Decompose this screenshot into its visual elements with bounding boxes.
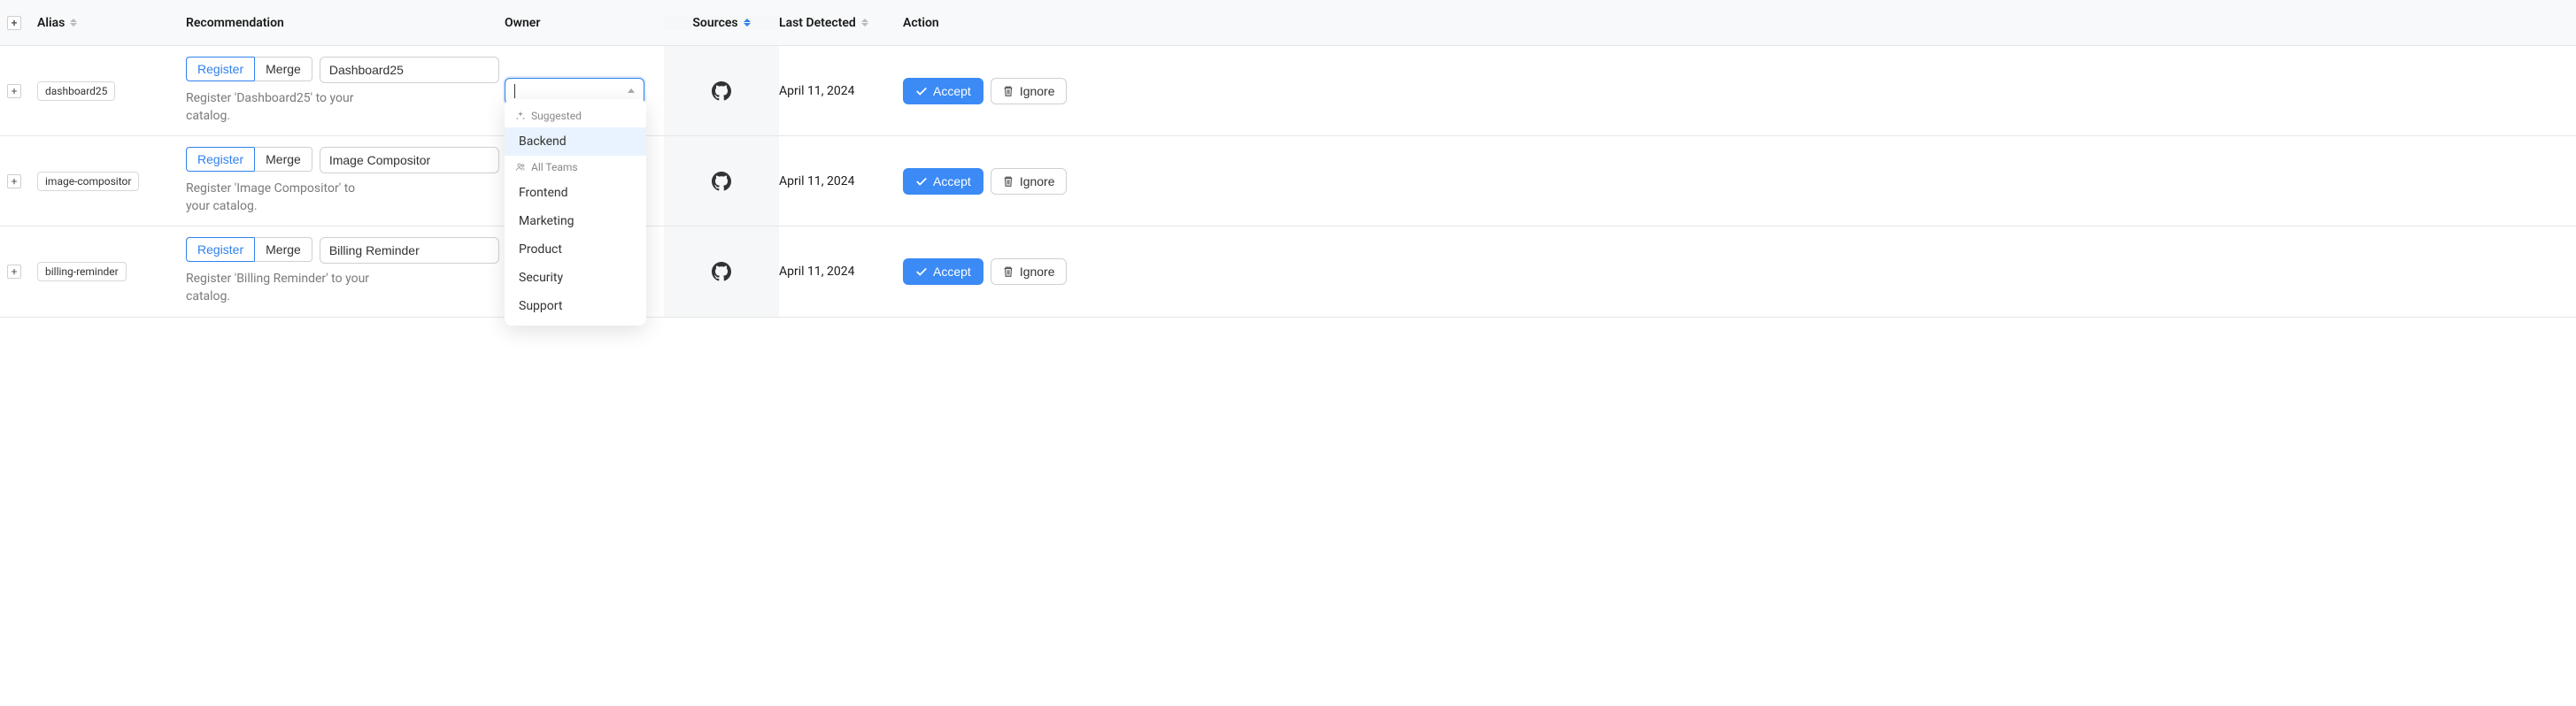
service-name-input[interactable]: [320, 57, 499, 83]
table-row: + billing-reminder Register Merge Regist…: [0, 226, 2576, 317]
column-header-sources[interactable]: Sources: [664, 16, 779, 30]
sort-icon: [861, 19, 868, 27]
text-cursor: [514, 84, 515, 98]
register-toggle[interactable]: Register: [186, 147, 254, 172]
people-icon: [515, 162, 526, 173]
table-header-row: + Alias Recommendation Owner Sources Las…: [0, 0, 2576, 46]
github-icon: [712, 262, 731, 281]
services-table: + Alias Recommendation Owner Sources Las…: [0, 0, 2576, 318]
github-icon: [712, 172, 731, 191]
button-label: Ignore: [1020, 174, 1055, 188]
table-row: + dashboard25 Register Merge Register 'D…: [0, 46, 2576, 136]
recommendation-help-text: Register 'Dashboard25' to your catalog.: [186, 90, 381, 125]
button-label: Accept: [933, 84, 971, 98]
button-label: Ignore: [1020, 265, 1055, 279]
button-label: Accept: [933, 265, 971, 279]
trash-icon: [1002, 265, 1014, 278]
group-label: Suggested: [531, 110, 582, 122]
service-name-input[interactable]: [320, 237, 499, 264]
button-label: Ignore: [1020, 84, 1055, 98]
group-label: All Teams: [531, 161, 578, 173]
sort-icon: [744, 19, 751, 27]
expand-all-button[interactable]: +: [7, 16, 21, 30]
sparkle-icon: [515, 111, 526, 121]
trash-icon: [1002, 175, 1014, 188]
column-label: Last Detected: [779, 16, 856, 30]
column-header-owner: Owner: [505, 16, 664, 30]
recommendation-help-text: Register 'Image Compositor' to your cata…: [186, 180, 381, 215]
recommendation-toggle: Register Merge: [186, 237, 312, 262]
alias-tag: dashboard25: [37, 81, 115, 101]
table-row: + image-compositor Register Merge Regist…: [0, 136, 2576, 226]
column-header-last-detected[interactable]: Last Detected: [779, 16, 903, 30]
accept-button[interactable]: Accept: [903, 168, 983, 195]
column-label: Alias: [37, 16, 65, 30]
dropdown-item[interactable]: Frontend: [505, 179, 646, 207]
expand-row-button[interactable]: +: [7, 84, 21, 98]
column-header-alias[interactable]: Alias: [37, 16, 186, 30]
chevron-up-icon: [628, 88, 635, 93]
register-toggle[interactable]: Register: [186, 237, 254, 262]
ignore-button[interactable]: Ignore: [991, 78, 1067, 104]
column-label: Recommendation: [186, 16, 284, 30]
dropdown-item[interactable]: Support: [505, 292, 646, 320]
column-label: Sources: [692, 16, 737, 30]
column-header-recommendation: Recommendation: [186, 5, 505, 41]
check-icon: [915, 175, 928, 188]
dropdown-item[interactable]: Security: [505, 264, 646, 292]
check-icon: [915, 265, 928, 278]
merge-toggle[interactable]: Merge: [254, 57, 312, 81]
dropdown-item[interactable]: Marketing: [505, 207, 646, 235]
dropdown-group-all-teams: All Teams: [505, 156, 646, 179]
check-icon: [915, 85, 928, 97]
merge-toggle[interactable]: Merge: [254, 237, 312, 262]
ignore-button[interactable]: Ignore: [991, 258, 1067, 285]
owner-dropdown: Suggested Backend All Teams Frontend Mar…: [505, 99, 646, 326]
expand-row-button[interactable]: +: [7, 265, 21, 279]
column-label: Owner: [505, 16, 540, 30]
last-detected-date: April 11, 2024: [779, 174, 854, 188]
ignore-button[interactable]: Ignore: [991, 168, 1067, 195]
dropdown-group-suggested: Suggested: [505, 104, 646, 127]
column-label: Action: [903, 16, 939, 30]
accept-button[interactable]: Accept: [903, 258, 983, 285]
expand-row-button[interactable]: +: [7, 174, 21, 188]
alias-tag: image-compositor: [37, 172, 139, 191]
dropdown-item[interactable]: Product: [505, 235, 646, 264]
service-name-input[interactable]: [320, 147, 499, 173]
sort-icon: [70, 19, 77, 27]
recommendation-toggle: Register Merge: [186, 147, 312, 172]
last-detected-date: April 11, 2024: [779, 265, 854, 279]
column-header-action: Action: [903, 16, 2576, 30]
button-label: Accept: [933, 174, 971, 188]
alias-tag: billing-reminder: [37, 262, 127, 281]
last-detected-date: April 11, 2024: [779, 84, 854, 98]
register-toggle[interactable]: Register: [186, 57, 254, 81]
recommendation-toggle: Register Merge: [186, 57, 312, 81]
dropdown-item-backend[interactable]: Backend: [505, 127, 646, 156]
github-icon: [712, 81, 731, 101]
accept-button[interactable]: Accept: [903, 78, 983, 104]
recommendation-help-text: Register 'Billing Reminder' to your cata…: [186, 271, 381, 305]
trash-icon: [1002, 85, 1014, 97]
merge-toggle[interactable]: Merge: [254, 147, 312, 172]
